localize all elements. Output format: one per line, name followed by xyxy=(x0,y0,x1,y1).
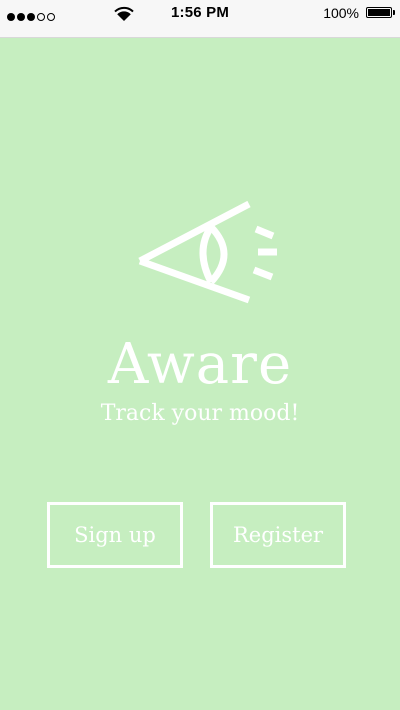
battery-icon xyxy=(366,7,392,18)
eye-megaphone-icon xyxy=(138,200,277,304)
battery-cap xyxy=(393,10,395,15)
battery-percentage: 100% xyxy=(323,5,359,21)
battery-fill xyxy=(368,9,390,16)
register-button[interactable]: Register xyxy=(210,502,346,568)
status-bar: 1:56 PM 100% xyxy=(0,0,400,38)
sign-up-button[interactable]: Sign up xyxy=(47,502,183,568)
app-tagline: Track your mood! xyxy=(100,401,300,426)
app-title: Aware xyxy=(107,332,293,397)
